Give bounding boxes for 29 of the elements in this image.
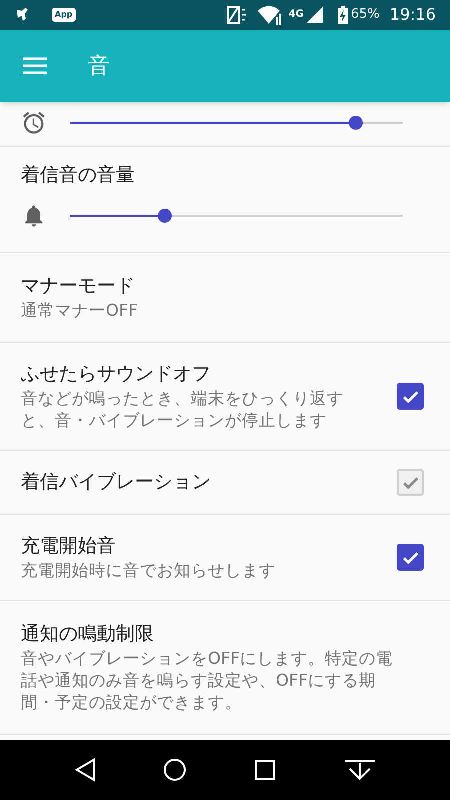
slider-thumb[interactable] bbox=[349, 116, 364, 130]
setting-title: 通知の鳴動制限 bbox=[21, 622, 155, 647]
app-badge: App bbox=[52, 8, 76, 22]
recents-icon[interactable] bbox=[254, 759, 276, 781]
checkbox[interactable] bbox=[397, 544, 424, 571]
phone-vibrate-icon bbox=[226, 5, 249, 25]
slider-thumb[interactable] bbox=[158, 209, 172, 223]
setting-title: マナーモード bbox=[21, 274, 136, 299]
hide-keyboard-icon[interactable] bbox=[342, 759, 376, 781]
setting-summary: 充電開始時に音でお知らせします bbox=[21, 560, 277, 582]
signal-icon bbox=[306, 6, 324, 24]
clock: 19:16 bbox=[390, 4, 436, 26]
battery-icon bbox=[338, 6, 348, 24]
alarm-clock-icon bbox=[21, 110, 47, 136]
app-bar-title: 音 bbox=[88, 52, 110, 80]
setting-title: 充電開始音 bbox=[21, 534, 117, 559]
menu-icon[interactable] bbox=[22, 56, 48, 76]
back-icon[interactable] bbox=[74, 758, 96, 782]
setting-summary: 通常マナーOFF bbox=[21, 300, 139, 322]
wifi-icon bbox=[256, 5, 283, 25]
setting-title: 着信音の音量 bbox=[21, 163, 136, 188]
setting-summary: 音やバイブレーションをOFFにします。特定の電話や通知のみ音を鳴らす設定や、OFFにする期間・予定の設定ができます。 bbox=[21, 648, 394, 714]
setting-title: ふせたらサウンドオフ bbox=[21, 362, 212, 387]
network-type: 4G bbox=[288, 10, 304, 20]
setting-summary: 音などが鳴ったとき、端末をひっくり返すと、音・バイブレーションが停止します bbox=[21, 388, 345, 432]
battery-percent: 65% bbox=[350, 6, 380, 24]
home-icon[interactable] bbox=[162, 758, 186, 782]
checkbox[interactable] bbox=[397, 383, 424, 410]
setting-title: 着信バイブレーション bbox=[21, 470, 212, 495]
